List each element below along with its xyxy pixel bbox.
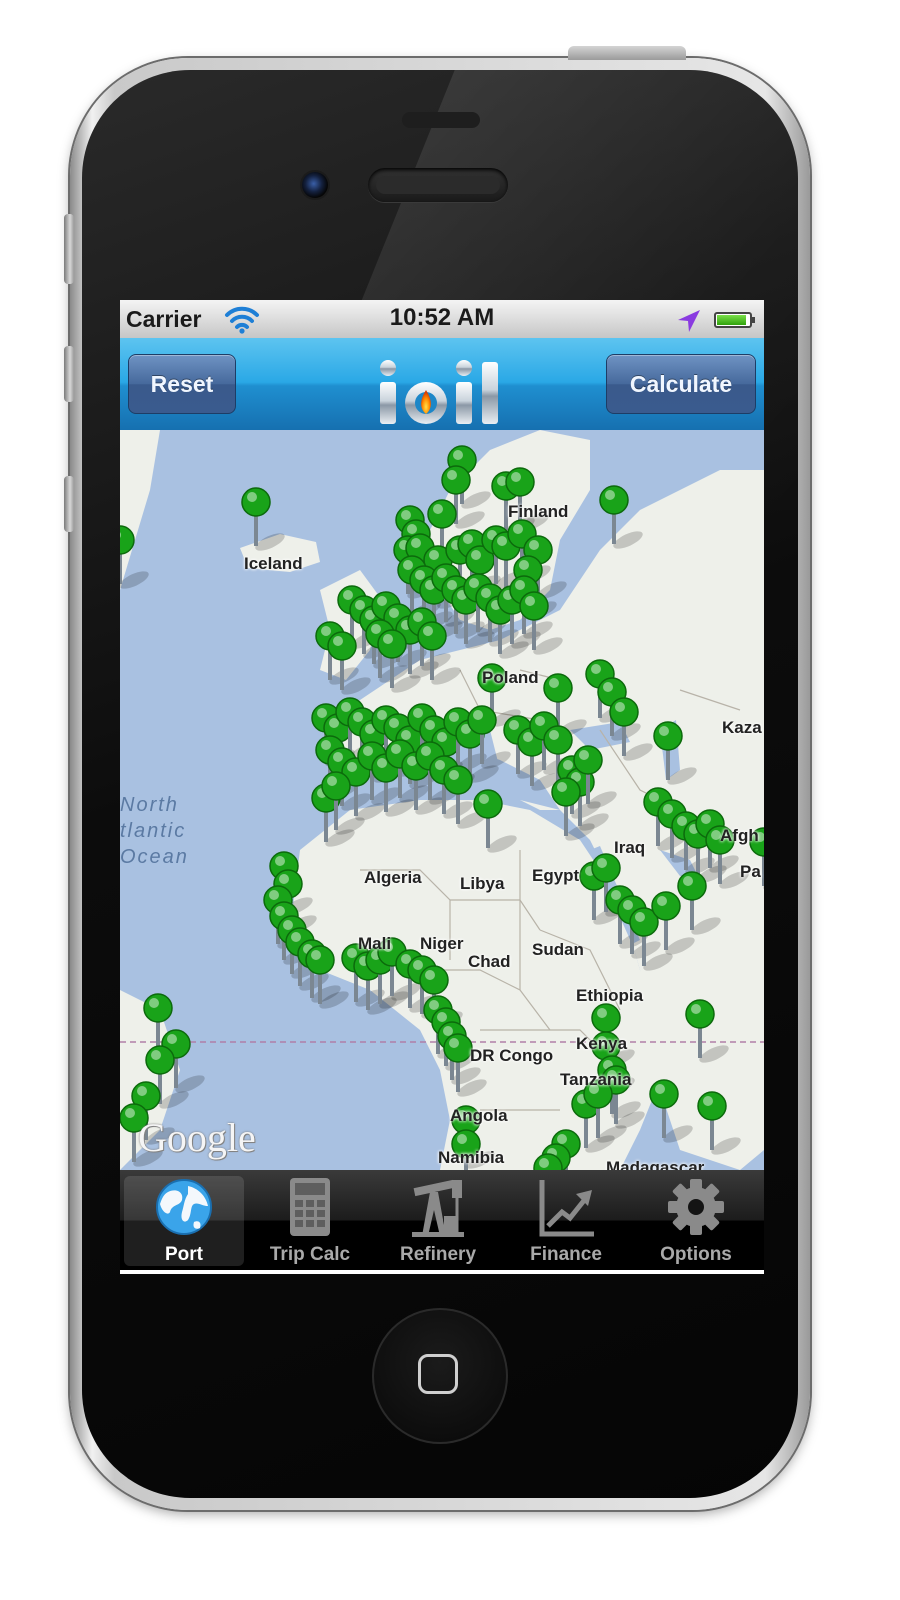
chart-up-icon	[539, 1180, 594, 1237]
map-label-iraq: Iraq	[614, 838, 646, 857]
power-button	[568, 46, 686, 60]
globe-icon	[156, 1179, 212, 1235]
map-label-tanzania: Tanzania	[560, 1070, 632, 1089]
map-label-kazakhstan: Kaza	[722, 718, 762, 737]
mute-switch	[64, 214, 74, 284]
map-label-ethiopia: Ethiopia	[576, 986, 644, 1005]
google-attribution-logo: Google	[138, 1115, 256, 1160]
map-label-dr-congo: DR Congo	[470, 1046, 554, 1065]
map-label-iceland: Iceland	[244, 554, 303, 573]
speaker-grille	[368, 168, 508, 202]
tab-options[interactable]: Options	[636, 1176, 756, 1266]
map-view[interactable]: Iceland Finland Poland Kaza North tlanti…	[120, 430, 764, 1170]
map-label-chad: Chad	[468, 952, 511, 971]
volume-up-button	[64, 346, 74, 402]
map-label-poland: Poland	[482, 668, 539, 687]
map-label-pakistan: Pa	[740, 862, 761, 881]
tab-port[interactable]: Port	[124, 1176, 244, 1266]
port-marker-pin[interactable]	[685, 999, 715, 1058]
port-marker-pin[interactable]	[697, 1091, 727, 1150]
clock-time: 10:52 AM	[389, 304, 495, 331]
map-label-madagascar: Madagascar	[606, 1158, 705, 1170]
gear-icon	[668, 1179, 724, 1235]
ioil-logo	[380, 360, 498, 424]
port-marker-pin[interactable]	[551, 777, 581, 836]
tab-refinery-label: Refinery	[399, 1244, 477, 1265]
status-bar: Carrier 10:52 AM	[120, 300, 764, 338]
calculator-icon	[290, 1178, 330, 1236]
tab-finance-label: Finance	[530, 1244, 602, 1265]
map-label-sudan: Sudan	[532, 940, 584, 959]
map-label-algeria: Algeria	[364, 868, 422, 887]
port-marker-pin[interactable]	[649, 1079, 679, 1138]
tab-options-label: Options	[660, 1244, 732, 1265]
navigation-bar: Reset Calculate	[120, 338, 764, 431]
map-label-namibia: Namibia	[438, 1148, 505, 1167]
port-marker-pin[interactable]	[653, 721, 683, 780]
home-square-icon	[418, 1354, 458, 1394]
map-label-mali: Mali	[358, 934, 392, 953]
map-label-afghanistan: Afgh	[720, 826, 759, 845]
battery-icon	[714, 312, 755, 328]
tab-trip-calc-label: Trip Calc	[269, 1244, 351, 1265]
map-label-north-atlantic: North tlantic Ocean	[120, 794, 189, 868]
location-arrow-icon	[678, 310, 700, 332]
port-marker-pin[interactable]	[677, 871, 707, 930]
calculate-button[interactable]: Calculate	[606, 354, 756, 414]
app-screen: Carrier 10:52 AM Reset Calculate Iceland…	[120, 300, 764, 1274]
front-camera	[302, 172, 328, 198]
tab-refinery[interactable]: Refinery	[378, 1176, 498, 1266]
tab-trip-calc[interactable]: Trip Calc	[250, 1176, 370, 1266]
earpiece-slit	[402, 112, 480, 128]
map-label-finland: Finland	[508, 502, 569, 521]
battery-level	[717, 315, 746, 325]
port-markers[interactable]	[120, 430, 764, 1170]
tab-bar: Port Trip Calc Refinery Finance Options	[120, 1170, 764, 1270]
home-button[interactable]	[372, 1308, 508, 1444]
map-label-libya: Libya	[460, 874, 505, 893]
map-label-angola: Angola	[450, 1106, 508, 1125]
port-marker-pin[interactable]	[599, 485, 629, 544]
tab-port-label: Port	[165, 1244, 203, 1265]
map-label-egypt: Egypt	[532, 866, 580, 885]
tab-finance[interactable]: Finance	[506, 1176, 626, 1266]
map-label-niger: Niger	[420, 934, 464, 953]
volume-down-button	[64, 476, 74, 532]
map-label-kenya: Kenya	[576, 1034, 628, 1053]
reset-button[interactable]: Reset	[128, 354, 236, 414]
oil-pump-icon	[412, 1179, 464, 1237]
port-marker-pin[interactable]	[241, 487, 271, 546]
